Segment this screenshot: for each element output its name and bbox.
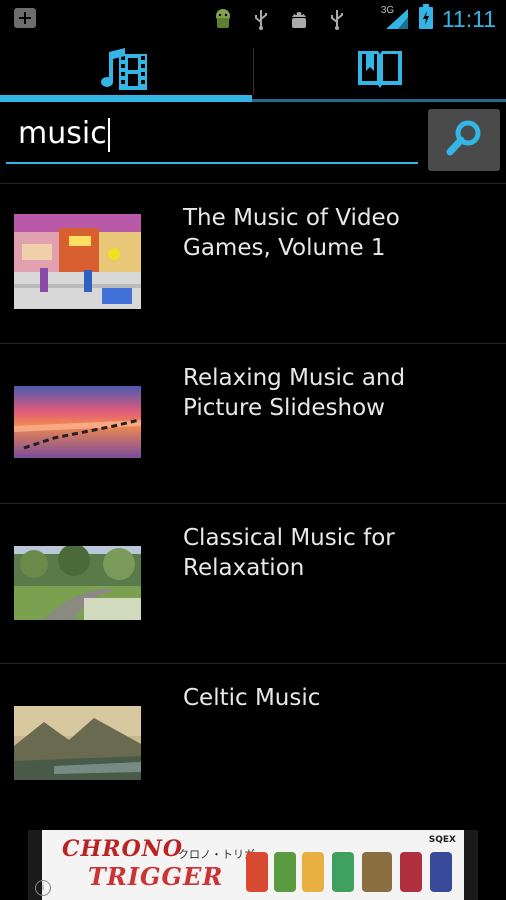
list-item[interactable]: Celtic Music	[0, 663, 506, 823]
results-list: The Music of Video Games, Volume 1 Relax…	[0, 183, 506, 823]
video-game-street-thumbnail	[14, 214, 141, 309]
item-title: Celtic Music	[183, 685, 321, 711]
clock: 11:11	[441, 5, 496, 32]
list-item[interactable]: The Music of Video Games, Volume 1	[0, 183, 506, 343]
music-film-icon	[101, 46, 151, 96]
sprite	[430, 852, 452, 892]
signal-icon: 3G	[380, 5, 410, 31]
list-item[interactable]: Relaxing Music and Picture Slideshow	[0, 343, 506, 503]
usb-icon	[326, 7, 348, 31]
status-bar: 3G 11:11	[0, 0, 506, 38]
android-icon	[212, 7, 234, 31]
item-title: The Music of Video Games, Volume 1	[183, 205, 400, 261]
item-title: Relaxing Music and Picture Slideshow	[183, 365, 406, 421]
search-bar: music	[0, 104, 506, 180]
sprite	[332, 852, 354, 892]
item-title: Classical Music for Relaxation	[183, 525, 395, 581]
garden-path-thumbnail	[14, 546, 141, 620]
fantasy-landscape-thumbnail	[14, 706, 141, 780]
search-button[interactable]	[428, 109, 500, 171]
sprite	[302, 852, 324, 892]
search-input[interactable]: music	[6, 104, 418, 164]
battery-charging-icon	[418, 4, 434, 34]
sprite	[274, 852, 296, 892]
status-right: 3G 11:11	[380, 4, 496, 34]
sunset-lake-thumbnail	[14, 386, 141, 458]
ad-info-icon[interactable]: i	[35, 880, 51, 896]
tab-underline	[252, 99, 506, 102]
usb-icon	[250, 7, 272, 31]
network-type: 3G	[380, 5, 395, 16]
android-debug-icon	[288, 7, 310, 31]
notification-icons	[212, 6, 348, 32]
ad-banner[interactable]: CHRONO TRIGGER クロノ・トリガー SQEX	[28, 830, 478, 900]
text-caret	[107, 117, 110, 152]
tab-book[interactable]	[254, 38, 506, 104]
selected-tab-indicator	[0, 95, 252, 102]
bookmark-book-icon	[354, 45, 406, 97]
sprite	[246, 852, 268, 892]
search-input-value: music	[18, 116, 110, 152]
list-item[interactable]: Classical Music for Relaxation	[0, 503, 506, 663]
sprite	[400, 852, 422, 892]
ad-edge	[464, 830, 478, 900]
ad-brand: SQEX	[428, 835, 456, 845]
search-icon	[444, 118, 484, 162]
add-notification-icon	[14, 8, 36, 28]
sprite	[362, 852, 392, 892]
